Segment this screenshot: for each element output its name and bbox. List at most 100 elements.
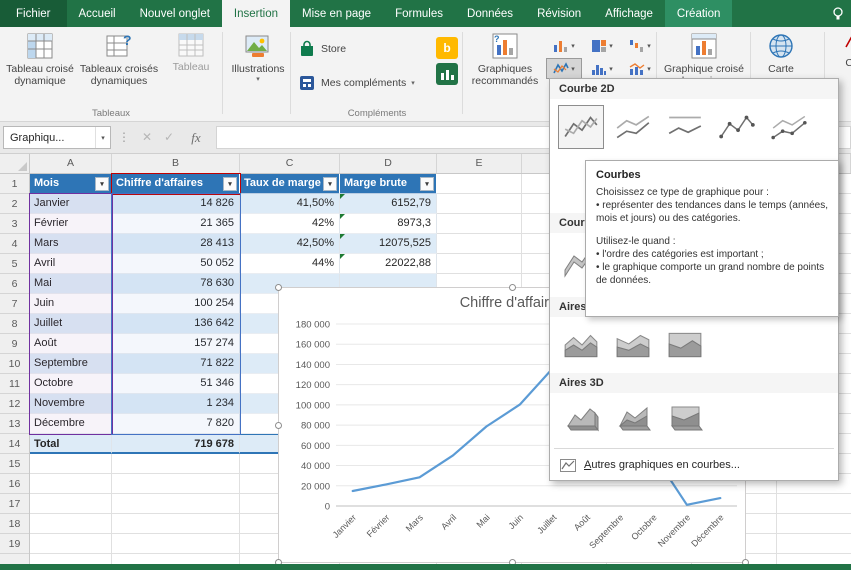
cell-revenue[interactable]: 71 822: [112, 354, 240, 374]
cell-margin-rate[interactable]: 44%: [240, 254, 340, 274]
insert-line-chart-button[interactable]: ▾: [546, 58, 582, 79]
my-addins-button[interactable]: Mes compléments ▾: [298, 71, 415, 95]
chart-resize-handle[interactable]: [275, 284, 282, 291]
tab-mise-en-page[interactable]: Mise en page: [290, 0, 383, 27]
row-header[interactable]: 2: [0, 194, 29, 214]
tab-donnees[interactable]: Données: [455, 0, 525, 27]
pivot-table-button[interactable]: Tableau croisé dynamique: [4, 30, 76, 87]
column-header-c[interactable]: C: [240, 154, 340, 173]
chart-resize-handle[interactable]: [275, 422, 282, 429]
tab-creation[interactable]: Création: [664, 0, 733, 27]
name-box[interactable]: Graphiqu... ▾: [3, 126, 111, 149]
cell-revenue[interactable]: 21 365: [112, 214, 240, 234]
store-button[interactable]: Store: [298, 37, 346, 61]
cell-month[interactable]: Août: [30, 334, 112, 354]
cell-total-value[interactable]: 719 678: [112, 434, 240, 454]
tab-fichier[interactable]: Fichier: [0, 0, 67, 27]
cell-month[interactable]: Mars: [30, 234, 112, 254]
gallery-item-aires[interactable]: [558, 323, 604, 367]
recommended-charts-button[interactable]: ? Graphiques recommandés: [468, 30, 542, 87]
cell-month[interactable]: Juin: [30, 294, 112, 314]
cell-revenue[interactable]: 28 413: [112, 234, 240, 254]
gallery-item-aires-empilees[interactable]: [610, 323, 656, 367]
cell-a1[interactable]: Mois ▾: [30, 174, 112, 194]
people-graph-addin-icon[interactable]: [436, 63, 458, 85]
filter-dropdown-icon[interactable]: ▾: [323, 177, 337, 191]
row-header[interactable]: 9: [0, 334, 29, 354]
cell-revenue[interactable]: 50 052: [112, 254, 240, 274]
illustrations-button[interactable]: Illustrations ▾: [228, 30, 288, 84]
table-button[interactable]: Tableau: [162, 30, 220, 73]
cell-revenue[interactable]: 51 346: [112, 374, 240, 394]
cell-margin-rate[interactable]: 42%: [240, 214, 340, 234]
cell-month[interactable]: Juillet: [30, 314, 112, 334]
cell-total-label[interactable]: Total: [30, 434, 112, 454]
filter-dropdown-icon[interactable]: ▾: [95, 177, 109, 191]
cell-month[interactable]: Mai: [30, 274, 112, 294]
tab-formules[interactable]: Formules: [383, 0, 455, 27]
cell-month[interactable]: Avril: [30, 254, 112, 274]
row-header[interactable]: 17: [0, 494, 29, 514]
cell-margin-rate[interactable]: 41,50%: [240, 194, 340, 214]
row-header[interactable]: 14: [0, 434, 29, 454]
insert-waterfall-chart-button[interactable]: ▾: [622, 35, 658, 56]
row-header[interactable]: 5: [0, 254, 29, 274]
gallery-item-aires-3d[interactable]: [558, 397, 604, 439]
row-header[interactable]: 6: [0, 274, 29, 294]
row-header[interactable]: 19: [0, 534, 29, 554]
row-header[interactable]: 11: [0, 374, 29, 394]
column-header-e[interactable]: E: [437, 154, 522, 173]
cell-margin-rate[interactable]: 42,50%: [240, 234, 340, 254]
row-header[interactable]: 13: [0, 414, 29, 434]
formula-bar-drag-handle[interactable]: ⋮: [118, 130, 130, 144]
gallery-item-courbe-avec-marques[interactable]: [714, 105, 760, 149]
map-button[interactable]: Carte: [752, 30, 810, 75]
cell-revenue[interactable]: 14 826: [112, 194, 240, 214]
bing-maps-addin-icon[interactable]: b: [436, 37, 458, 59]
row-header[interactable]: 7: [0, 294, 29, 314]
cell-month[interactable]: Décembre: [30, 414, 112, 434]
recommended-pivot-tables-button[interactable]: ? Tableaux croisés dynamiques: [78, 30, 160, 87]
cell-gross-margin[interactable]: 6152,79: [340, 194, 437, 214]
cell-month[interactable]: Janvier: [30, 194, 112, 214]
column-header-d[interactable]: D: [340, 154, 437, 173]
enter-icon[interactable]: ✓: [160, 127, 178, 148]
cell-gross-margin[interactable]: 8973,3: [340, 214, 437, 234]
filter-dropdown-icon[interactable]: ▾: [420, 177, 434, 191]
row-header[interactable]: 12: [0, 394, 29, 414]
cell-b1[interactable]: Chiffre d'affaires ▾: [112, 174, 240, 194]
cancel-icon[interactable]: ✕: [138, 127, 156, 148]
cell-revenue[interactable]: 78 630: [112, 274, 240, 294]
insert-statistic-chart-button[interactable]: ▾: [584, 58, 620, 79]
column-header-b[interactable]: B: [112, 154, 240, 173]
tab-insertion[interactable]: Insertion: [221, 0, 291, 27]
cell-revenue[interactable]: 7 820: [112, 414, 240, 434]
cell-revenue[interactable]: 1 234: [112, 394, 240, 414]
cell-revenue[interactable]: 100 254: [112, 294, 240, 314]
insert-column-chart-button[interactable]: ▾: [546, 35, 582, 56]
gallery-item-aires-3d-100[interactable]: [662, 397, 708, 439]
sparkline-group-partial[interactable]: Cou: [830, 30, 851, 69]
gallery-item-aires-3d-empilees[interactable]: [610, 397, 656, 439]
cell-month[interactable]: Novembre: [30, 394, 112, 414]
cell-c1[interactable]: Taux de marge ▾: [240, 174, 340, 194]
chart-resize-handle[interactable]: [509, 284, 516, 291]
tell-me-lightbulb-icon[interactable]: [829, 0, 847, 27]
cell-month[interactable]: Février: [30, 214, 112, 234]
gallery-item-courbe-empilee-avec-marques[interactable]: [766, 105, 812, 149]
gallery-item-courbe[interactable]: [558, 105, 604, 149]
row-header[interactable]: 3: [0, 214, 29, 234]
row-header[interactable]: 1: [0, 174, 29, 194]
insert-function-icon[interactable]: fx: [184, 127, 208, 148]
tab-revision[interactable]: Révision: [525, 0, 593, 27]
row-header[interactable]: 16: [0, 474, 29, 494]
select-all-corner[interactable]: [0, 154, 30, 173]
tab-accueil[interactable]: Accueil: [67, 0, 128, 27]
cell-gross-margin[interactable]: 12075,525: [340, 234, 437, 254]
filter-dropdown-icon[interactable]: ▾: [223, 177, 237, 191]
more-line-charts-menu-item[interactable]: Autres graphiques en courbes...: [550, 453, 838, 477]
row-header[interactable]: 18: [0, 514, 29, 534]
chevron-down-icon[interactable]: ▾: [95, 127, 110, 148]
gallery-item-courbe-empilee[interactable]: [610, 105, 656, 149]
row-header[interactable]: 8: [0, 314, 29, 334]
